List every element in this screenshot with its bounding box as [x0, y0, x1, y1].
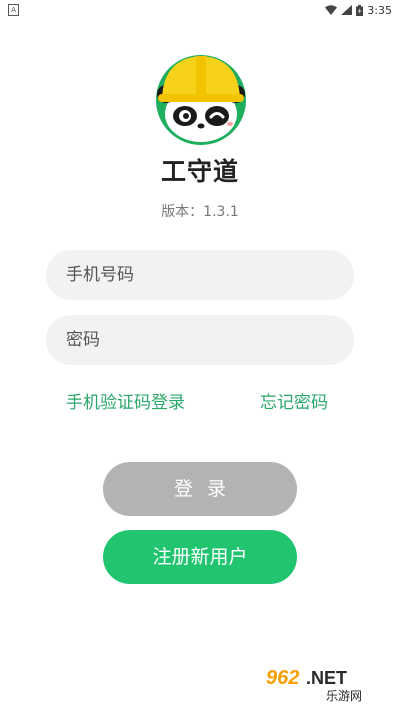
svg-text:乐游网: 乐游网 [326, 689, 362, 703]
status-bar: A 3:35 [0, 0, 400, 20]
register-button[interactable]: 注册新用户 [103, 530, 297, 584]
svg-text:.NET: .NET [306, 668, 347, 688]
svg-text:962: 962 [266, 667, 299, 689]
status-icons: 3:35 [325, 2, 392, 18]
battery-icon [356, 4, 364, 16]
phone-field[interactable] [46, 250, 356, 300]
signal-icon [341, 5, 353, 15]
version-label: 版本：1.3.1 [161, 204, 239, 220]
phone-input[interactable] [46, 250, 356, 300]
notification-icon: A [8, 4, 19, 16]
wifi-icon [325, 5, 338, 15]
sms-login-link[interactable]: 手机验证码登录 [66, 388, 185, 413]
password-field[interactable] [46, 315, 356, 365]
site-watermark: 962 .NET 乐游网 [262, 664, 394, 704]
clock: 3:35 [367, 3, 392, 17]
login-button[interactable]: 登录 [103, 462, 297, 516]
forgot-password-link[interactable]: 忘记密码 [260, 388, 328, 413]
app-title: 工守道 [160, 157, 239, 186]
password-input[interactable] [46, 315, 356, 365]
app-logo [156, 55, 246, 145]
